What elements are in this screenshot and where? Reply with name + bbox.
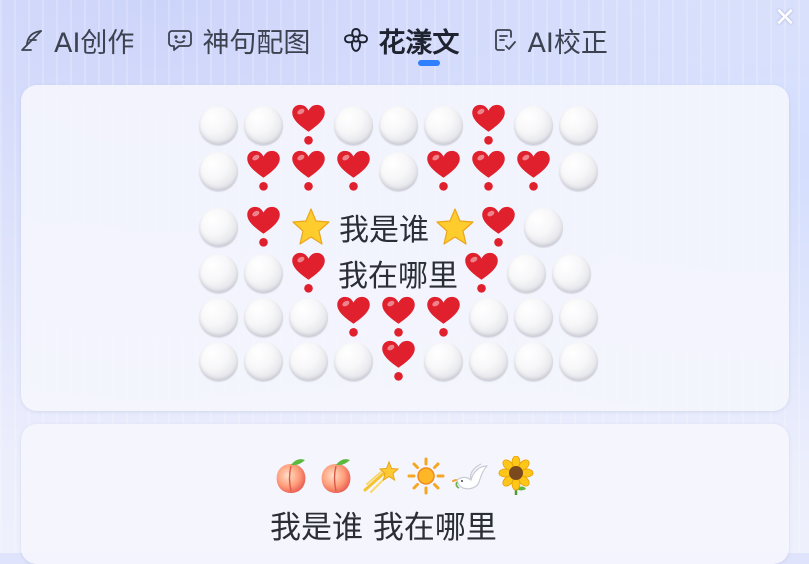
heart-icon [482,206,515,247]
white-circle-icon [244,105,283,145]
peach-icon [321,459,351,493]
heart-icon [427,150,460,191]
white-circle-icon [244,341,283,381]
white-circle-icon [559,105,598,145]
tab-label: 神句配图 [202,27,311,59]
white-circle-icon [507,253,546,293]
close-icon: ✕ [774,3,796,33]
white-circle-icon [424,341,463,381]
white-circle-icon [379,105,418,145]
shooting-star-icon [363,460,400,493]
heart-icon [472,150,505,191]
tab-ai-correct[interactable]: AI校正 [491,18,608,62]
heart-icon [292,104,325,145]
tab-flower-text[interactable]: 花漾文 [342,18,460,66]
heart-icon [292,252,325,293]
pattern-row: 我是谁 [199,205,569,249]
pattern-row [199,295,604,339]
white-circle-icon [514,105,553,145]
white-circle-icon [469,341,508,381]
quill-icon [18,26,46,54]
heart-icon [427,296,460,337]
heart-icon [337,296,370,337]
white-circle-icon [552,253,591,293]
heart-icon [247,206,280,247]
white-circle-icon [514,341,553,381]
heart-icon [382,340,415,381]
tab-label: 花漾文 [378,27,460,59]
tab-label: AI创作 [54,27,135,59]
white-circle-icon [559,341,598,381]
white-circle-icon [244,253,283,293]
heart-icon [292,150,325,191]
white-circle-icon [514,297,553,337]
white-circle-icon [199,253,238,293]
star-icon [292,208,330,245]
result-card-heart-pattern[interactable]: 我是谁 我在哪里 [21,85,789,411]
white-circle-icon [469,297,508,337]
tab-quote-image[interactable]: 神句配图 [166,18,310,62]
white-circle-icon [244,297,283,337]
white-circle-icon [289,341,328,381]
white-circle-icon [379,151,418,191]
white-circle-icon [199,105,238,145]
emoji-row [271,456,541,496]
white-circle-icon [334,341,373,381]
heart-icon [465,252,498,293]
tab-bar: AI创作 神句配图 花漾文 AI校正 [18,18,640,70]
white-circle-icon [199,207,238,247]
white-circle-icon [524,207,563,247]
white-circle-icon [424,105,463,145]
sun-icon [407,457,445,495]
heart-icon [517,150,550,191]
white-circle-icon [199,297,238,337]
white-circle-icon [199,151,238,191]
heart-icon [337,150,370,191]
flower-text-output: 我是谁 我在哪里 [270,510,497,546]
pattern-row [199,149,604,193]
pattern-row [199,103,604,147]
pattern-text: 我是谁 [339,213,429,248]
close-button[interactable]: ✕ [771,4,799,32]
chat-smile-icon [166,26,194,54]
result-card-emoji-line[interactable]: 我是谁 我在哪里 [21,424,789,564]
heart-icon [247,150,280,191]
dove-icon [452,463,489,490]
tab-label: AI校正 [527,27,608,59]
white-circle-icon [199,341,238,381]
tab-ai-create[interactable]: AI创作 [18,18,134,62]
pattern-text: 我在哪里 [338,259,458,294]
pattern-row: 我在哪里 [199,251,597,295]
white-circle-icon [559,297,598,337]
heart-icon [382,296,415,337]
white-circle-icon [334,105,373,145]
white-circle-icon [559,151,598,191]
star-icon [436,208,474,245]
heart-icon [472,104,505,145]
flower-icon [342,26,370,54]
pattern-row [199,339,604,383]
sunflower-icon [498,456,534,495]
doc-check-icon [491,26,519,54]
white-circle-icon [289,297,328,337]
peach-icon [276,459,306,493]
